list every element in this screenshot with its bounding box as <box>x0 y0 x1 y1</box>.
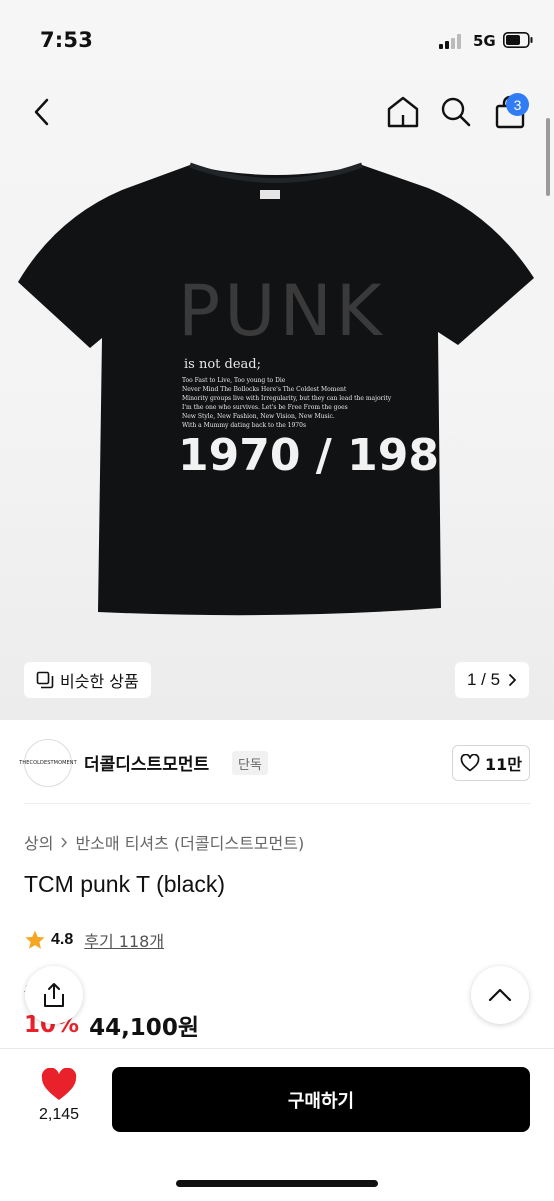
chevron-right-icon <box>61 837 68 847</box>
sale-price: 44,100원 <box>89 1015 199 1041</box>
print-years: 1970 / 1980 <box>178 430 470 481</box>
cart-count-badge: 3 <box>506 93 529 116</box>
signal-icon <box>439 34 461 49</box>
chevron-right-icon <box>509 674 517 686</box>
heart-outline-icon <box>460 754 480 772</box>
breadcrumb-subcategory[interactable]: 반소매 티셔츠 (더콜디스트모먼트) <box>75 830 304 854</box>
brand-like-count: 11만 <box>485 755 522 774</box>
similar-products-label: 비슷한 상품 <box>60 672 139 691</box>
battery-icon <box>503 32 533 48</box>
print-line: New Style, New Fashion, New Vision, New … <box>182 413 335 420</box>
print-line: Too Fast to Live, Too young to Die <box>182 377 286 384</box>
print-line: Minority groups live with Irregularity, … <box>182 395 392 402</box>
search-icon <box>441 97 471 127</box>
gallery-page-indicator[interactable]: 1 / 5 <box>455 662 529 698</box>
network-label: 5G <box>473 32 496 50</box>
review-count-link[interactable]: 후기 118개 <box>84 928 164 952</box>
divider <box>24 803 530 804</box>
rating-row[interactable]: 4.8 후기 118개 <box>24 928 164 952</box>
home-indicator[interactable] <box>176 1180 378 1187</box>
scroll-top-button[interactable] <box>471 966 529 1024</box>
status-time: 7:53 <box>40 28 94 52</box>
print-punk: PUNK <box>178 270 386 352</box>
share-button[interactable] <box>25 966 83 1024</box>
chevron-left-icon <box>34 98 49 126</box>
heart-filled-icon[interactable] <box>40 1068 78 1102</box>
brand-name[interactable]: 더콜디스트모먼트 <box>84 750 209 775</box>
product-image[interactable]: PUNK is not dead; Too Fast to Live, Too … <box>18 160 534 616</box>
back-button[interactable] <box>20 90 64 134</box>
chevron-up-icon <box>488 988 512 1002</box>
buy-button[interactable]: 구매하기 <box>112 1067 530 1132</box>
page-indicator-text: 1 / 5 <box>466 670 501 689</box>
brand-logo[interactable]: THECOLDESTMOMENT <box>19 739 77 787</box>
similar-icon <box>36 671 54 689</box>
home-icon <box>387 96 419 128</box>
rating-score: 4.8 <box>51 931 74 948</box>
print-line: With a Mummy dating back to the 1970s <box>182 422 306 429</box>
product-like-count: 2,145 <box>38 1106 80 1123</box>
share-icon <box>44 983 64 1007</box>
home-button[interactable] <box>381 90 425 134</box>
print-line: I'm the one who survives. Let's be Free … <box>182 404 348 411</box>
brand-like-button[interactable]: 11만 <box>452 745 530 781</box>
breadcrumb: 상의 반소매 티셔츠 (더콜디스트모먼트) <box>24 830 304 854</box>
product-title: TCM punk T (black) <box>24 871 226 897</box>
breadcrumb-category[interactable]: 상의 <box>24 830 53 854</box>
star-icon <box>25 930 45 949</box>
print-line: Never Mind The Bollocks Here's The Colde… <box>182 386 347 393</box>
similar-products-button[interactable]: 비슷한 상품 <box>24 662 151 698</box>
search-button[interactable] <box>434 90 478 134</box>
exclusive-badge: 단독 <box>232 751 268 775</box>
brand-logo-text: THECOLDESTMOMENT <box>19 760 77 766</box>
print-tagline: is not dead; <box>184 357 261 372</box>
scrollbar[interactable] <box>546 118 550 196</box>
